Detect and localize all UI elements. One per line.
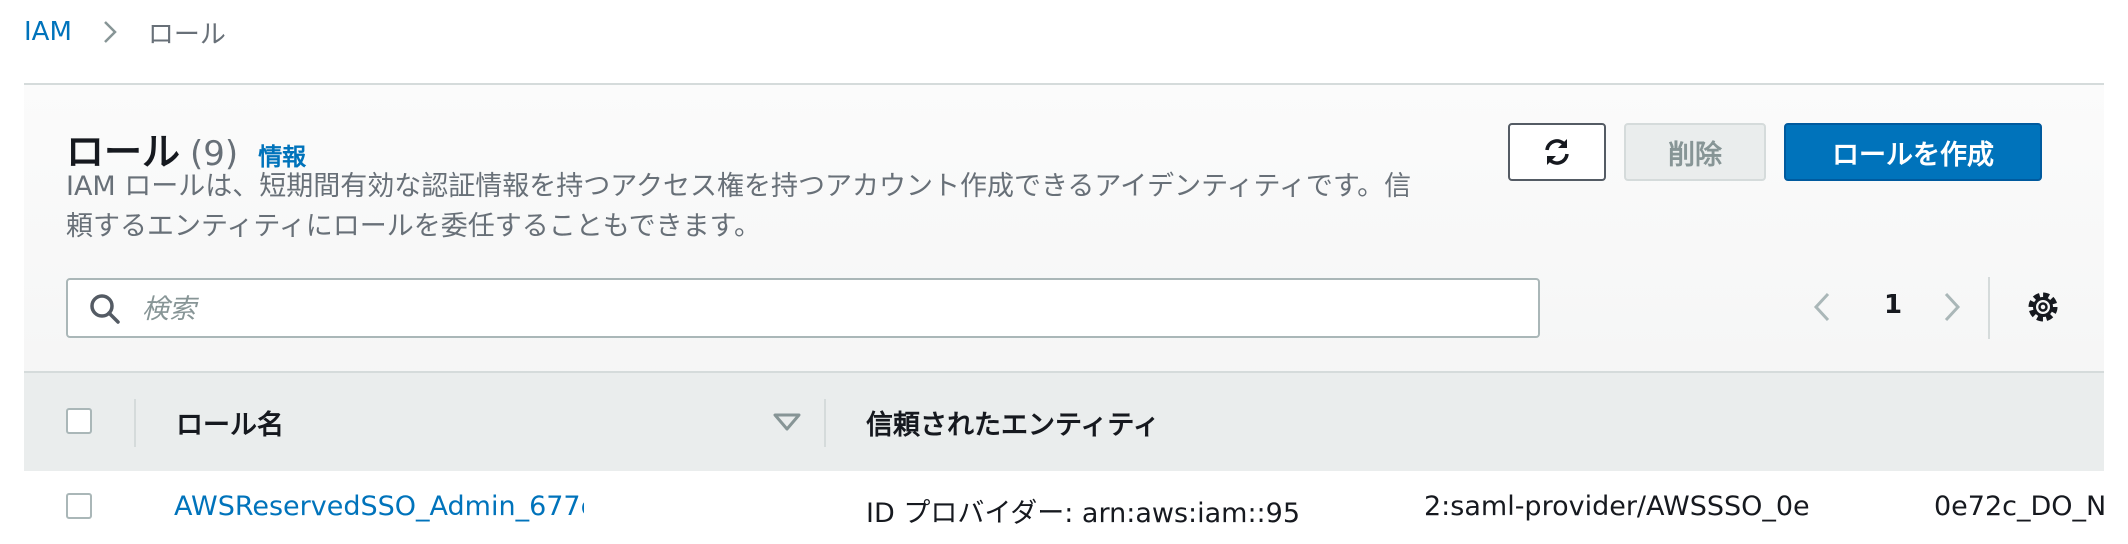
column-divider [824,399,826,447]
roles-container: ロール (9) 情報 IAM ロールは、短期間有効な認証情報を持つアクセス権を持… [24,85,2104,544]
row-checkbox[interactable] [66,493,92,519]
trusted-entity-text: 0e72c_DO_N [1934,491,2104,522]
page-description: IAM ロールは、短期間有効な認証情報を持つアクセス権を持つアカウント作成できる… [66,171,1412,242]
chevron-left-icon[interactable] [1812,290,1832,328]
breadcrumb-iam-link[interactable]: IAM [24,17,72,47]
page-number[interactable]: 1 [1878,290,1908,320]
column-header-role-name[interactable]: ロール名 [176,403,284,442]
search-box [66,278,1540,338]
pagination-divider [1988,277,1990,339]
trusted-entity-text: 2:saml-provider/AWSSSO_0e [1424,491,1810,522]
breadcrumb: IAM ロール [24,10,226,54]
chevron-right-icon[interactable] [1942,290,1962,328]
delete-button[interactable]: 削除 [1624,123,1766,181]
chevron-right-icon [102,19,118,45]
search-input[interactable] [140,288,1524,330]
table-header: ロール名 信頼されたエンティティ [24,371,2104,471]
create-role-button[interactable]: ロールを作成 [1784,123,2042,181]
table-row: AWSReservedSSO_Admin_677c ID プロバイダー: arn… [24,471,2104,544]
refresh-icon [1545,139,1569,165]
trusted-entity-text: ID プロバイダー: arn:aws:iam::95 [866,498,1301,529]
column-divider [134,399,136,447]
search-icon [90,294,120,324]
column-header-trusted-entity[interactable]: 信頼されたエンティティ [866,403,1160,442]
refresh-button[interactable] [1508,123,1606,181]
role-name-link[interactable]: AWSReservedSSO_Admin_677c [174,491,584,522]
gear-icon[interactable] [2026,290,2060,328]
breadcrumb-current: ロール [147,19,226,50]
sort-down-icon[interactable] [772,411,802,433]
select-all-checkbox[interactable] [66,408,92,434]
